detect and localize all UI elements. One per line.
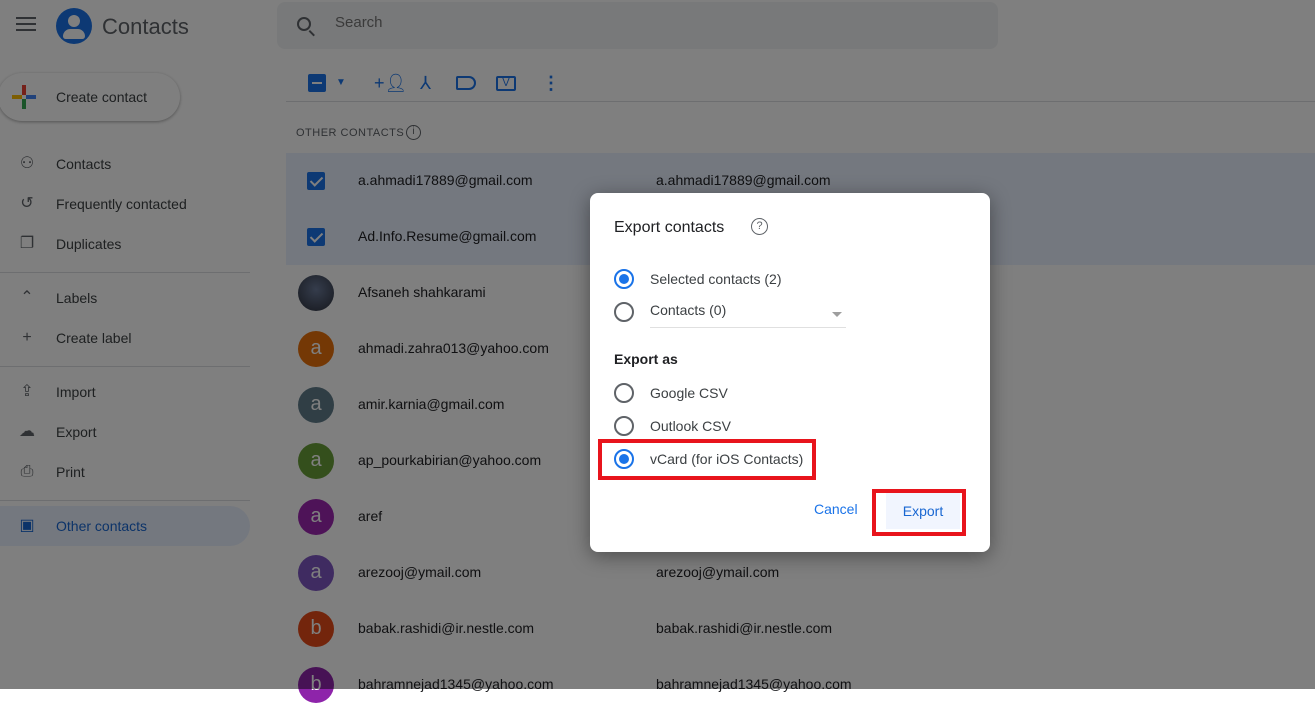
help-icon[interactable]: ?	[751, 218, 768, 235]
radio-button[interactable]	[614, 302, 634, 322]
radio-button[interactable]	[614, 416, 634, 436]
option-label: Google CSV	[650, 385, 728, 401]
dialog-title: Export contacts	[614, 219, 725, 236]
option-label: Outlook CSV	[650, 418, 731, 434]
radio-button[interactable]	[614, 383, 634, 403]
option-label: Selected contacts (2)	[650, 271, 782, 287]
export-as-heading: Export as	[614, 351, 678, 367]
contacts-dropdown[interactable]	[650, 298, 846, 328]
highlight-box	[598, 439, 816, 480]
highlight-box	[872, 489, 966, 536]
export-contacts-dialog: Export contacts ? Selected contacts (2) …	[590, 193, 990, 552]
radio-button[interactable]	[614, 269, 634, 289]
cancel-button[interactable]: Cancel	[814, 501, 858, 517]
